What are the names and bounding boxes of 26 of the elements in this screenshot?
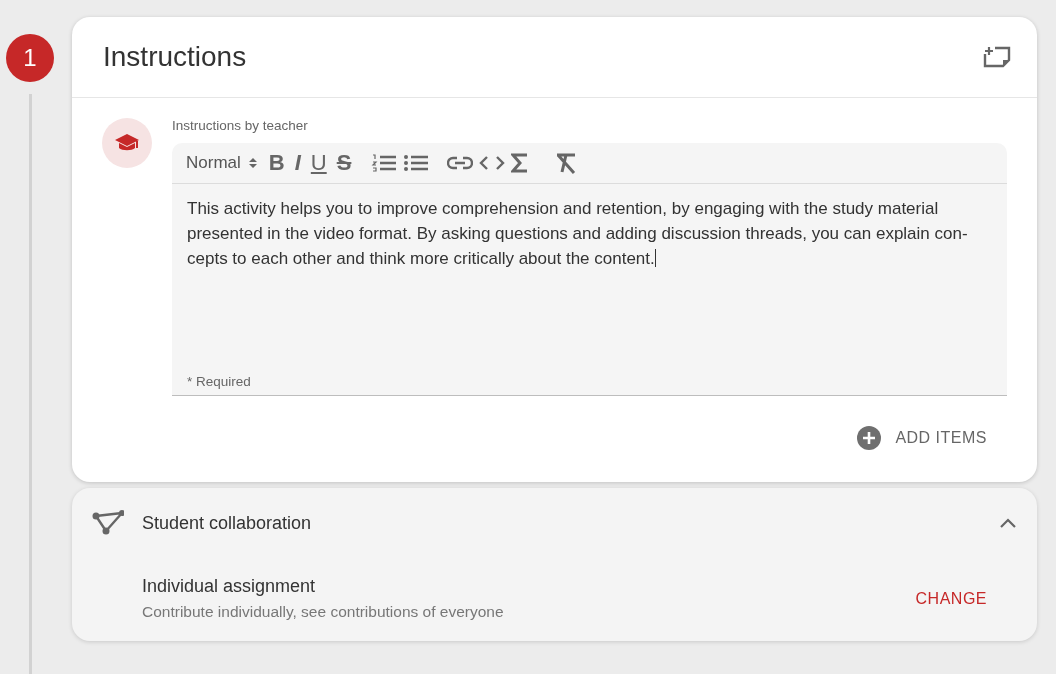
sort-arrows-icon bbox=[248, 157, 257, 169]
format-select[interactable]: Normal bbox=[186, 153, 257, 173]
code-icon[interactable] bbox=[479, 155, 506, 171]
instructions-text: This activity helps you to improve comprehension and retention, by engaging with the study material presented in the video format. By asking questions and adding discussion threads, you can explain con-cepts to each other and think more critically about the content. bbox=[187, 198, 969, 270]
underline-button[interactable]: U bbox=[308, 152, 329, 174]
numbered-list-icon[interactable] bbox=[371, 153, 398, 173]
network-icon bbox=[92, 510, 124, 536]
plus-circle-icon bbox=[857, 426, 882, 450]
bullet-list-icon[interactable] bbox=[403, 153, 430, 173]
link-icon[interactable] bbox=[447, 156, 474, 170]
chevron-icon[interactable] bbox=[999, 517, 1017, 529]
change-button[interactable]: CHANGE bbox=[915, 589, 987, 608]
strike-button[interactable]: S bbox=[334, 152, 354, 174]
bold-button[interactable]: B bbox=[266, 152, 287, 174]
step-number-badge: 1 bbox=[6, 34, 54, 82]
add-note-icon[interactable] bbox=[983, 46, 1011, 68]
italic-button[interactable]: I bbox=[292, 152, 303, 174]
required-hint: * Required bbox=[187, 374, 251, 389]
option-description: Contribute individually, see contributions of everyone bbox=[142, 603, 504, 621]
card-title: Instructions bbox=[103, 41, 247, 73]
editor-label: Instructions by teacher bbox=[172, 118, 308, 133]
sigma-icon[interactable] bbox=[511, 153, 530, 173]
add-items-button[interactable]: ADD ITEMS bbox=[857, 426, 1007, 450]
graduation-cap-icon bbox=[114, 133, 140, 153]
option-title: Individual assignment bbox=[142, 576, 317, 597]
section-title: Student collaboration bbox=[142, 512, 313, 534]
